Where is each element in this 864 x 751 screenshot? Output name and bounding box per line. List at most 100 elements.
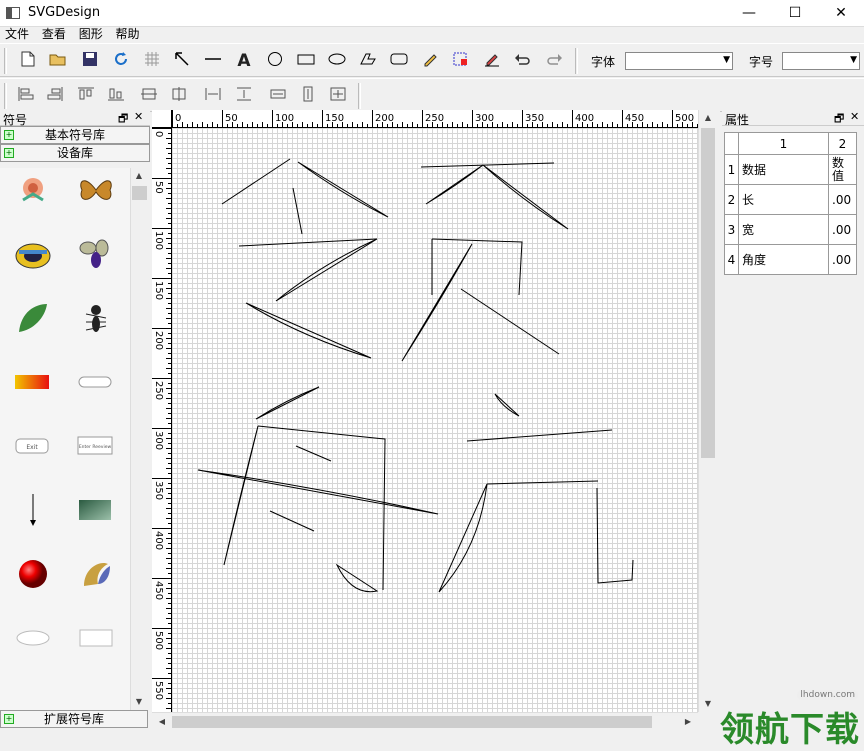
ellipse-tool-icon[interactable] bbox=[327, 51, 347, 71]
new-file-icon[interactable] bbox=[18, 51, 38, 71]
menu-help[interactable]: 帮助 bbox=[116, 27, 140, 42]
rectangle-tool-icon[interactable] bbox=[296, 51, 316, 71]
circle-tool-icon[interactable] bbox=[265, 51, 285, 71]
tab-device-library[interactable]: + 设备库 bbox=[0, 144, 150, 162]
property-name[interactable]: 长 bbox=[738, 184, 829, 215]
vertical-ruler: 0 50 100 150 200 250 300 350 400 450 500 550 bbox=[152, 128, 172, 712]
distribute-horizontal-icon[interactable] bbox=[203, 86, 223, 106]
symbol-butterfly[interactable] bbox=[74, 168, 118, 212]
close-icon[interactable]: ✕ bbox=[850, 110, 859, 123]
refresh-icon[interactable] bbox=[111, 51, 131, 71]
ruler-label: 50 bbox=[153, 181, 164, 194]
scroll-thumb[interactable] bbox=[701, 128, 715, 458]
scroll-down-icon[interactable]: ▼ bbox=[131, 694, 147, 710]
property-value[interactable]: .00 bbox=[828, 214, 857, 245]
symbols-scrollbar[interactable]: ▲ ▼ bbox=[130, 168, 147, 710]
toolbar-grip[interactable] bbox=[4, 83, 7, 109]
redo-icon[interactable] bbox=[544, 51, 564, 71]
rounded-rect-tool-icon[interactable] bbox=[389, 51, 409, 71]
close-button[interactable]: ✕ bbox=[818, 0, 864, 27]
save-icon[interactable] bbox=[80, 51, 100, 71]
menu-shape[interactable]: 图形 bbox=[79, 27, 103, 42]
scroll-thumb[interactable] bbox=[172, 716, 652, 728]
symbol-rectangle[interactable] bbox=[74, 616, 118, 660]
expand-icon: + bbox=[4, 148, 14, 158]
align-center-horizontal-icon[interactable] bbox=[169, 86, 189, 106]
align-bottom-icon[interactable] bbox=[106, 86, 126, 106]
ruler-label: 500 bbox=[675, 113, 694, 124]
ruler-label: 300 bbox=[475, 113, 494, 124]
distribute-vertical-icon[interactable] bbox=[234, 86, 254, 106]
symbol-leaf[interactable] bbox=[11, 296, 55, 340]
line-tool-icon[interactable] bbox=[203, 51, 223, 71]
symbol-gold-swirl[interactable] bbox=[74, 552, 118, 596]
text-tool-icon[interactable]: A bbox=[234, 51, 254, 71]
tab-device-label: 设备库 bbox=[56, 146, 93, 160]
menu-file[interactable]: 文件 bbox=[5, 27, 29, 42]
canvas-vertical-scrollbar[interactable]: ▲ ▼ bbox=[698, 110, 716, 712]
ruler-label: 250 bbox=[425, 113, 444, 124]
properties-panel: 属性 🗗 ✕ 1 2 1 数据 数值 2 长 .00 3 宽 .00 4 角度 … bbox=[722, 110, 864, 730]
same-height-icon[interactable] bbox=[298, 86, 318, 106]
tab-extended-symbols[interactable]: + 扩展符号库 bbox=[0, 710, 148, 728]
undo-icon[interactable] bbox=[513, 51, 533, 71]
restore-icon[interactable]: 🗗 bbox=[834, 110, 844, 129]
symbol-green-panel[interactable] bbox=[74, 488, 118, 532]
symbol-ant[interactable] bbox=[74, 296, 118, 340]
toolbar-separator bbox=[575, 48, 578, 74]
toolbar-grip[interactable] bbox=[4, 48, 7, 74]
scroll-up-icon[interactable]: ▲ bbox=[700, 110, 716, 126]
font-size-select[interactable]: ▼ bbox=[782, 52, 860, 70]
properties-header-row: 1 2 bbox=[724, 132, 857, 155]
close-icon[interactable]: ✕ bbox=[134, 110, 143, 123]
same-width-icon[interactable] bbox=[268, 86, 288, 106]
symbol-small-button[interactable] bbox=[74, 360, 118, 404]
symbol-enter-button[interactable]: Enter Reeview bbox=[74, 424, 118, 468]
symbol-red-sphere[interactable] bbox=[11, 552, 55, 596]
enter-button-text: Enter Reeview bbox=[79, 444, 112, 450]
property-value[interactable]: .00 bbox=[828, 184, 857, 215]
symbol-ellipse[interactable] bbox=[11, 616, 55, 660]
align-top-icon[interactable] bbox=[76, 86, 96, 106]
drawing-canvas[interactable] bbox=[172, 128, 698, 712]
freehand-pencil-icon[interactable] bbox=[420, 51, 440, 71]
font-select[interactable]: ▼ bbox=[625, 52, 733, 70]
polygon-tool-icon[interactable] bbox=[358, 51, 378, 71]
menu-view[interactable]: 查看 bbox=[42, 27, 66, 42]
scroll-left-icon[interactable]: ◀ bbox=[154, 714, 170, 730]
scroll-up-icon[interactable]: ▲ bbox=[131, 168, 147, 184]
tab-extended-label: 扩展符号库 bbox=[43, 712, 104, 726]
maximize-button[interactable]: ☐ bbox=[772, 0, 818, 27]
chevron-down-icon: ▼ bbox=[723, 55, 730, 65]
ruler-label: 550 bbox=[153, 681, 164, 700]
symbol-ring[interactable] bbox=[11, 232, 55, 276]
property-name[interactable]: 数据 bbox=[738, 154, 829, 185]
property-value[interactable]: .00 bbox=[828, 244, 857, 275]
open-folder-icon[interactable] bbox=[48, 51, 68, 71]
symbol-fly[interactable] bbox=[74, 232, 118, 276]
property-name[interactable]: 角度 bbox=[738, 244, 829, 275]
minimize-button[interactable]: — bbox=[726, 0, 772, 27]
tab-basic-symbols[interactable]: + 基本符号库 bbox=[0, 126, 150, 144]
symbol-gradient-bar[interactable] bbox=[11, 360, 55, 404]
ruler-label: 350 bbox=[525, 113, 544, 124]
align-right-icon[interactable] bbox=[45, 86, 65, 106]
select-arrow-icon[interactable] bbox=[172, 51, 192, 71]
property-name[interactable]: 宽 bbox=[738, 214, 829, 245]
column-header: 2 bbox=[828, 132, 857, 155]
canvas-horizontal-scrollbar[interactable]: ◀ ▶ bbox=[152, 712, 698, 730]
align-center-vertical-icon[interactable] bbox=[139, 86, 159, 106]
symbol-flower[interactable] bbox=[11, 168, 55, 212]
fill-color-icon[interactable] bbox=[451, 51, 471, 71]
grid-icon[interactable] bbox=[142, 51, 162, 71]
row-number: 2 bbox=[724, 184, 739, 215]
table-row: 1 数据 数值 bbox=[724, 154, 857, 185]
line-color-icon[interactable] bbox=[482, 51, 502, 71]
property-value[interactable]: 数值 bbox=[828, 154, 857, 185]
align-left-icon[interactable] bbox=[16, 86, 36, 106]
symbol-arrow-down[interactable] bbox=[11, 488, 55, 532]
same-size-icon[interactable] bbox=[328, 86, 348, 106]
scroll-thumb[interactable] bbox=[132, 186, 147, 200]
ruler-label: 0 bbox=[153, 131, 164, 137]
symbol-exit-button[interactable]: Exit bbox=[11, 424, 55, 468]
